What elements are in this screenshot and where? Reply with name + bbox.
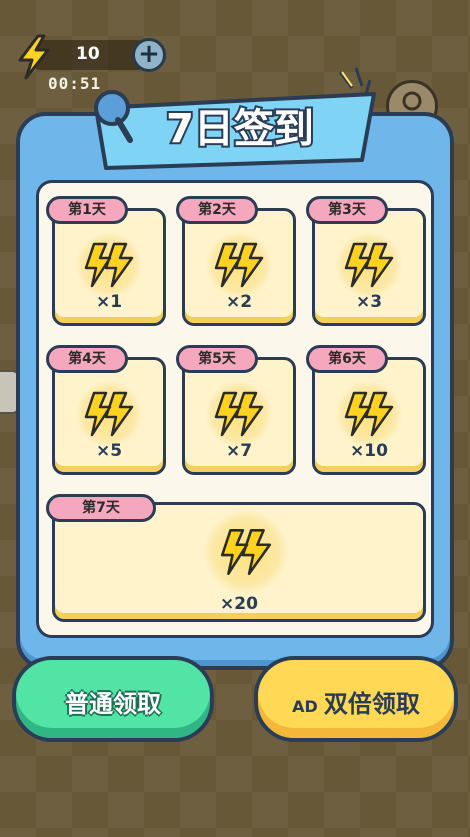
day-card-5[interactable]: 第5天 ×7: [176, 345, 296, 475]
claim-normal-label: 普通领取: [65, 690, 161, 718]
reward-quantity: ×20: [220, 594, 258, 614]
reward-quantity: ×1: [95, 292, 123, 312]
lightning-bolt-icon: [336, 381, 402, 447]
claim-normal-button[interactable]: 普通领取: [12, 656, 214, 742]
lightning-bolt-icon: [206, 232, 272, 298]
lightning-bolt-icon: [206, 381, 272, 447]
lightning-bolt-icon: [336, 232, 402, 298]
day-label: 第7天: [46, 494, 156, 522]
day-label: 第5天: [176, 345, 258, 373]
claim-double-label: 双倍领取: [323, 690, 420, 718]
energy-count: 10: [76, 44, 100, 64]
day-label: 第3天: [306, 196, 388, 224]
claim-double-button[interactable]: AD 双倍领取: [254, 656, 458, 742]
reward-quantity: ×3: [355, 292, 383, 312]
day-label: 第4天: [46, 345, 128, 373]
reward-quantity: ×2: [225, 292, 253, 312]
day-label: 第6天: [306, 345, 388, 373]
day-card-7[interactable]: 第7天 ×20: [46, 494, 426, 622]
title-banner: 7日签到: [94, 67, 376, 170]
ad-badge: AD: [292, 697, 318, 716]
reward-quantity: ×7: [225, 441, 253, 461]
day-label: 第1天: [46, 196, 128, 224]
day-card-1[interactable]: 第1天 ×1: [46, 196, 166, 326]
lightning-bolt-icon: [76, 381, 142, 447]
lightning-bolt-icon: [204, 510, 288, 594]
day-card-6[interactable]: 第6天 ×10: [306, 345, 426, 475]
day-card-4[interactable]: 第4天 ×5: [46, 345, 166, 475]
day-card-2[interactable]: 第2天 ×2: [176, 196, 296, 326]
day-label: 第2天: [176, 196, 258, 224]
page-title: 7日签到: [166, 106, 314, 152]
reward-quantity: ×10: [350, 441, 388, 461]
reward-quantity: ×5: [95, 441, 123, 461]
day-card-3[interactable]: 第3天 ×3: [306, 196, 426, 326]
lightning-bolt-icon: [76, 232, 142, 298]
